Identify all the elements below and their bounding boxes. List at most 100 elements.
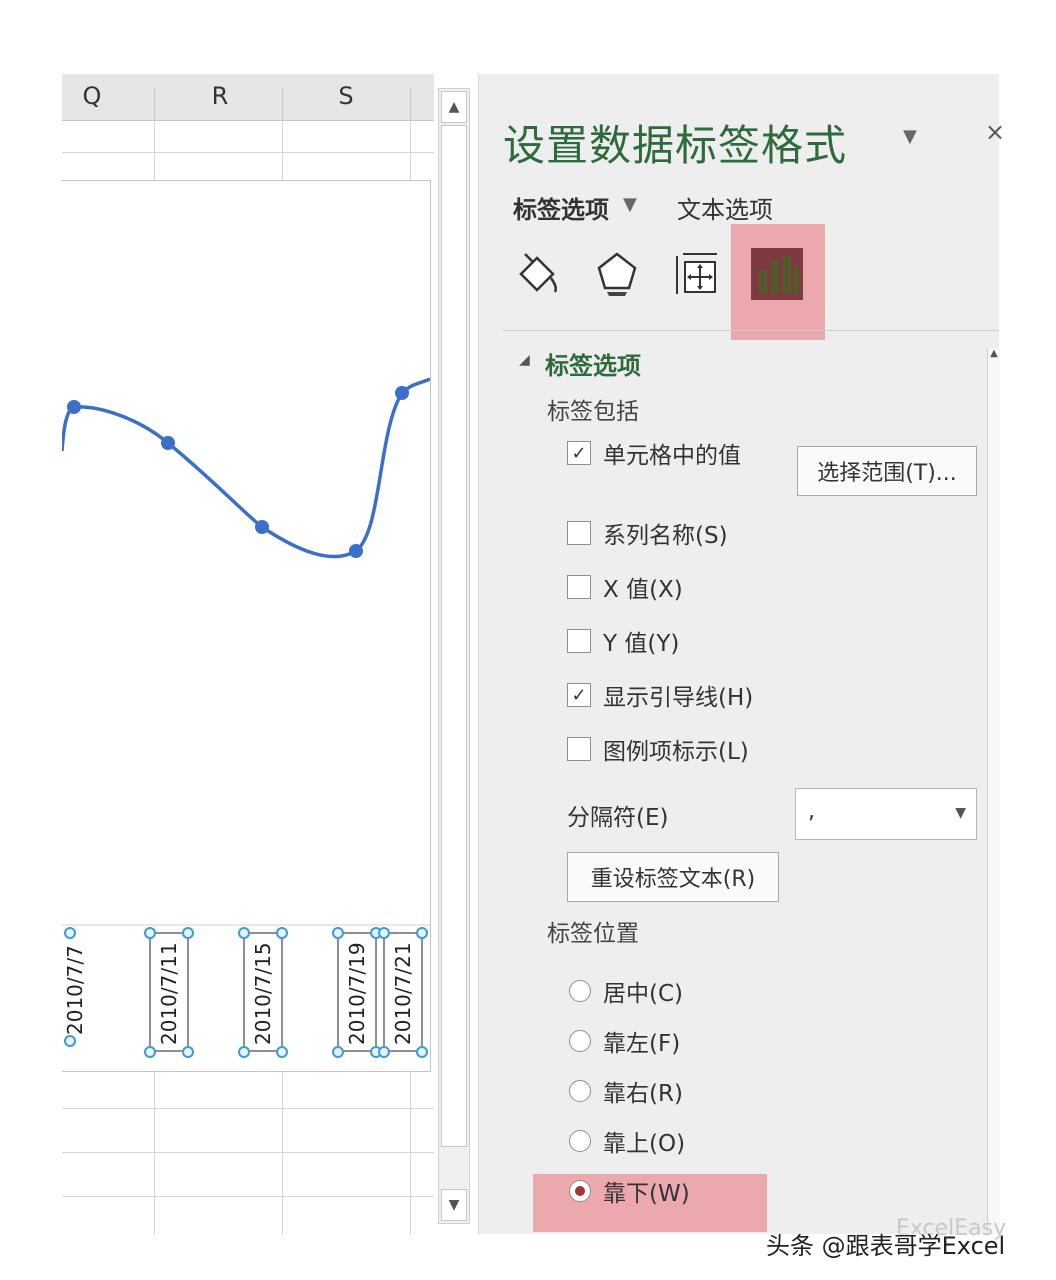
tab-label-options[interactable]: 标签选项	[513, 190, 609, 225]
checkbox[interactable]: ✓	[567, 441, 591, 465]
tab-label-options-dropdown[interactable]: ▼	[623, 194, 637, 215]
selection-handle[interactable]	[378, 1046, 390, 1058]
checkbox[interactable]	[567, 575, 591, 599]
fill-line-tab[interactable]	[509, 246, 565, 302]
data-point[interactable]	[255, 520, 269, 534]
close-icon: ×	[985, 118, 1006, 146]
caret-down-icon: ▼	[955, 805, 966, 821]
selection-handle[interactable]	[276, 927, 288, 939]
radio-above[interactable]: 靠上(O)	[569, 1126, 685, 1157]
radio-label: 靠下(W)	[603, 1181, 690, 1207]
tab-text-options[interactable]: 文本选项	[677, 190, 773, 225]
checkbox-label: 显示引导线(H)	[603, 685, 754, 711]
separator-label: 分隔符(E)	[567, 805, 669, 831]
radio-label: 靠右(R)	[603, 1081, 683, 1107]
size-properties-icon	[676, 253, 717, 294]
selection-handle[interactable]	[332, 1046, 344, 1058]
selection-handle[interactable]	[182, 927, 194, 939]
column-divider[interactable]	[282, 88, 283, 120]
data-label-1[interactable]: 2010/7/7	[63, 927, 87, 1047]
radio-button[interactable]	[569, 980, 591, 1002]
radio-button[interactable]	[569, 1030, 591, 1052]
checkbox-cell-value[interactable]: ✓ 单元格中的值	[567, 438, 741, 469]
data-point[interactable]	[161, 436, 175, 450]
data-label-text: 2010/7/15	[251, 942, 275, 1045]
grid-line	[62, 152, 434, 153]
data-point[interactable]	[395, 386, 409, 400]
selection-handle[interactable]	[416, 1046, 428, 1058]
checkbox-x-value[interactable]: X 值(X)	[567, 572, 683, 603]
pane-scrollbar[interactable]: ▲	[987, 348, 1000, 1234]
checkbox-label: Y 值(Y)	[603, 631, 680, 657]
separator-value: ,	[808, 799, 815, 824]
selection-handle[interactable]	[416, 927, 428, 939]
selection-handle[interactable]	[144, 927, 156, 939]
selection-handle[interactable]	[276, 1046, 288, 1058]
selection-handle[interactable]	[144, 1046, 156, 1058]
selection-handle[interactable]	[182, 1046, 194, 1058]
label-options-tab[interactable]	[749, 246, 805, 302]
data-label-4[interactable]: 2010/7/19	[332, 927, 382, 1058]
selection-handle[interactable]	[64, 1035, 76, 1047]
checkbox-series-name[interactable]: 系列名称(S)	[567, 518, 728, 549]
column-divider[interactable]	[154, 88, 155, 120]
line-chart[interactable]: 2010/7/7 2010/7/11 2010/7/15 2010/7/19 2…	[62, 181, 430, 1071]
data-point[interactable]	[349, 544, 363, 558]
data-label-2[interactable]: 2010/7/11	[144, 927, 194, 1058]
checkbox[interactable]	[567, 521, 591, 545]
scroll-thumb[interactable]	[441, 125, 467, 1147]
checkbox-legend-key[interactable]: 图例项标示(L)	[567, 734, 749, 765]
selection-handle[interactable]	[238, 927, 250, 939]
data-label-text: 2010/7/21	[391, 942, 415, 1045]
checkbox-label: 单元格中的值	[603, 443, 741, 469]
grid-line	[62, 1108, 434, 1109]
checkbox-label: 系列名称(S)	[603, 523, 728, 549]
chart-area[interactable]: 2010/7/7 2010/7/11 2010/7/15 2010/7/19 2…	[62, 180, 431, 1072]
separator-select[interactable]: , ▼	[795, 788, 977, 840]
data-label-text: 2010/7/11	[157, 942, 181, 1045]
radio-left[interactable]: 靠左(F)	[569, 1026, 680, 1057]
scroll-up-button[interactable]: ▲	[441, 91, 467, 123]
data-label-3[interactable]: 2010/7/15	[238, 927, 288, 1058]
radio-right[interactable]: 靠右(R)	[569, 1076, 683, 1107]
checkbox[interactable]: ✓	[567, 683, 591, 707]
caret-down-icon: ▼	[623, 194, 637, 215]
radio-button[interactable]	[569, 1130, 591, 1152]
column-header-s[interactable]: S	[316, 82, 376, 110]
grid-line	[410, 120, 411, 180]
pane-title: 设置数据标签格式	[503, 121, 848, 170]
radio-button[interactable]	[569, 1080, 591, 1102]
radio-center[interactable]: 居中(C)	[569, 976, 683, 1007]
size-properties-tab[interactable]	[669, 246, 725, 302]
reset-label-text-button[interactable]: 重设标签文本(R)	[567, 852, 779, 902]
selection-handle[interactable]	[332, 927, 344, 939]
checkbox[interactable]	[567, 737, 591, 761]
label-contains-title: 标签包括	[547, 399, 639, 425]
fill-line-icon	[519, 253, 558, 293]
checkbox-y-value[interactable]: Y 值(Y)	[567, 626, 680, 657]
triangle-up-icon: ▲	[990, 348, 998, 359]
checkbox-leader-lines[interactable]: ✓ 显示引导线(H)	[567, 680, 754, 711]
section-title[interactable]: 标签选项	[545, 346, 641, 381]
pane-close-button[interactable]: ×	[985, 118, 1005, 146]
column-header-r[interactable]: R	[190, 82, 250, 110]
selection-handle[interactable]	[64, 927, 76, 939]
data-label-5[interactable]: 2010/7/21	[378, 927, 428, 1058]
section-collapse-toggle[interactable]: ◢	[519, 352, 530, 368]
selection-handle[interactable]	[378, 927, 390, 939]
scroll-down-button[interactable]: ▼	[441, 1189, 467, 1221]
effects-tab[interactable]	[589, 246, 645, 302]
vertical-scrollbar[interactable]: ▲ ▼	[438, 88, 470, 1224]
checkbox[interactable]	[567, 629, 591, 653]
column-header-q[interactable]: Q	[62, 82, 122, 110]
radio-below[interactable]: 靠下(W)	[569, 1176, 690, 1207]
watermark-text: 头条 @跟表哥学Excel	[766, 1232, 1006, 1260]
radio-button[interactable]	[569, 1180, 591, 1202]
pane-scroll-up-button[interactable]: ▲	[988, 348, 1000, 376]
pane-options-dropdown[interactable]: ▼	[903, 126, 917, 147]
data-point[interactable]	[67, 400, 81, 414]
select-range-button[interactable]: 选择范围(T)...	[797, 446, 977, 496]
series-line[interactable]	[62, 377, 430, 559]
selection-handle[interactable]	[238, 1046, 250, 1058]
column-divider[interactable]	[410, 88, 411, 120]
